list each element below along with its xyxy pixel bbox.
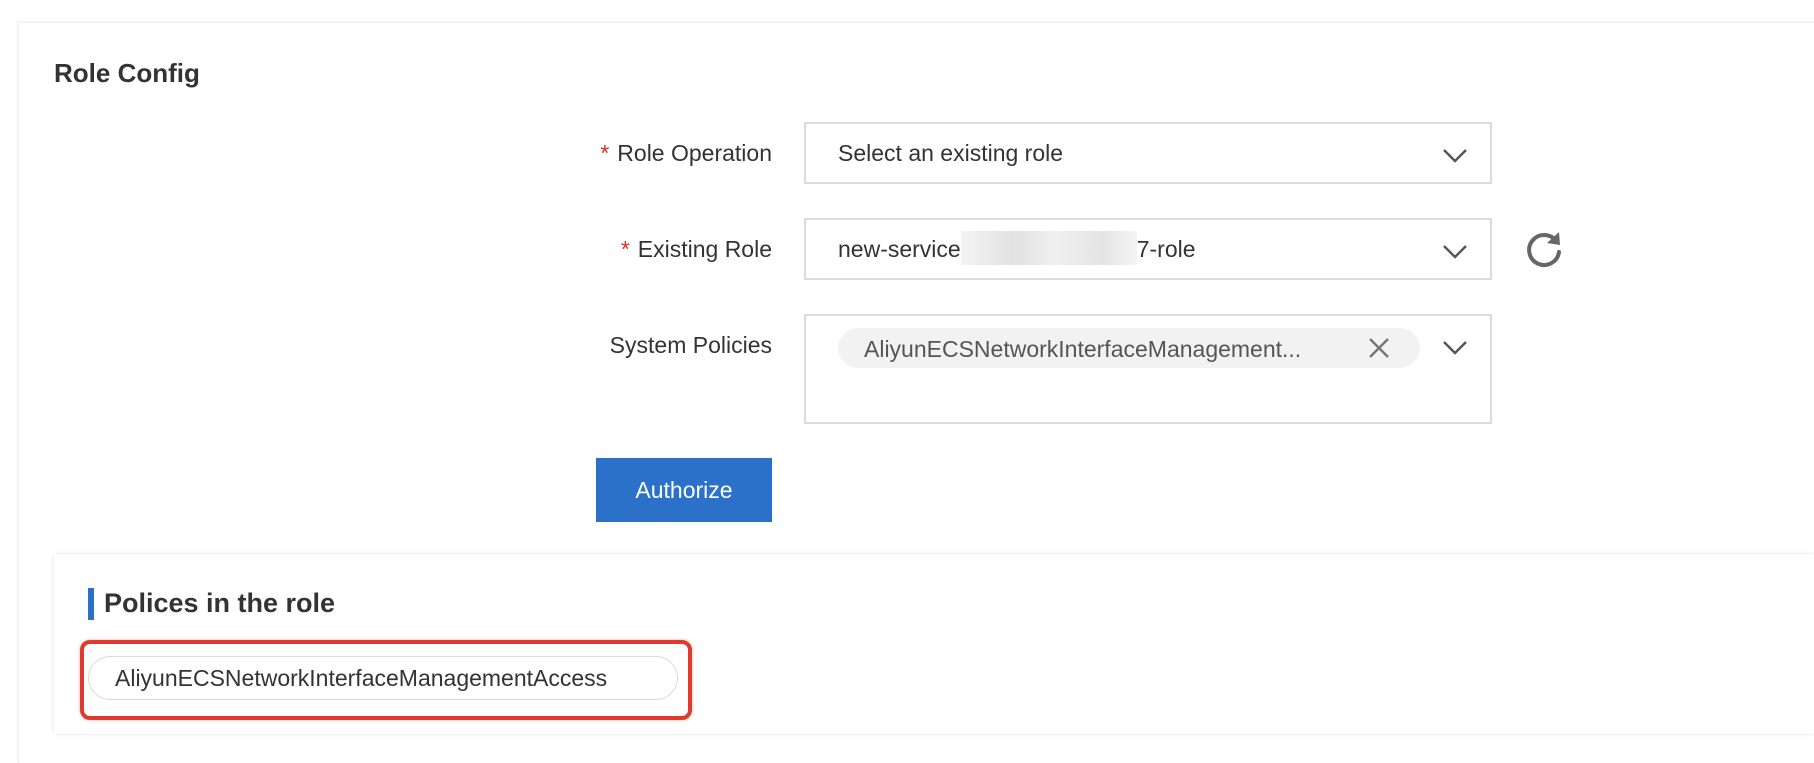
required-marker: * [620, 236, 630, 262]
existing-role-label-text: Existing Role [637, 236, 772, 262]
redacted-blur [960, 230, 1137, 265]
section-title: Role Config [54, 58, 200, 88]
role-operation-select[interactable]: Select an existing role [804, 122, 1492, 184]
chevron-down-icon[interactable] [1442, 334, 1468, 360]
authorize-button[interactable]: Authorize [596, 458, 772, 522]
system-policies-label: System Policies [609, 332, 772, 358]
existing-role-value-prefix: new-service [838, 236, 961, 262]
role-operation-label-text: Role Operation [617, 140, 772, 166]
close-icon[interactable] [1368, 337, 1390, 359]
existing-role-value: new-service 7-role [838, 230, 1196, 265]
policy-tag: AliyunECSNetworkInterfaceManagement... [838, 328, 1420, 368]
refresh-icon[interactable] [1522, 228, 1566, 272]
required-marker: * [600, 140, 610, 166]
title-accent-bar [88, 588, 94, 620]
existing-role-select[interactable]: new-service 7-role [804, 218, 1492, 280]
existing-role-label: * Existing Role [412, 236, 772, 263]
policies-panel-title: Polices in the role [104, 588, 336, 618]
existing-role-value-suffix: 7-role [1136, 236, 1196, 262]
policy-tag-label: AliyunECSNetworkInterfaceManagement... [864, 336, 1302, 362]
highlight-box [80, 640, 692, 720]
system-policies-select[interactable]: AliyunECSNetworkInterfaceManagement... [804, 314, 1492, 424]
chevron-down-icon[interactable] [1442, 238, 1468, 264]
role-operation-label: * Role Operation [412, 140, 772, 167]
role-operation-value: Select an existing role [838, 140, 1064, 166]
chevron-down-icon[interactable] [1442, 142, 1468, 168]
